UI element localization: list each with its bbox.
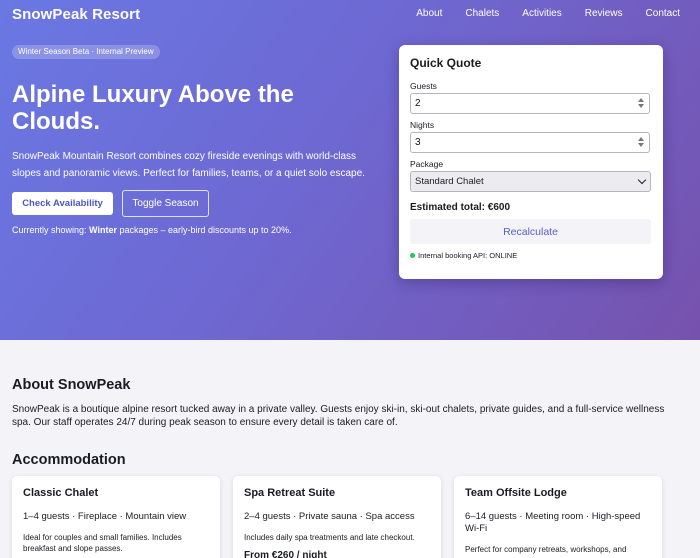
toggle-season-button[interactable]: Toggle Season [122, 190, 209, 217]
about-text: SnowPeak is a boutique alpine resort tuc… [12, 404, 665, 428]
card-price: From €260 / night [244, 550, 327, 558]
hero-title: Alpine Luxury Above the Clouds. [12, 81, 294, 135]
card-title: Team Offsite Lodge [465, 487, 567, 499]
card-team-offsite-lodge[interactable]: Team Offsite Lodge 6–14 guests · Meeting… [454, 476, 662, 558]
card-description: Includes daily spa treatments and late c… [244, 533, 415, 542]
nights-label: Nights [410, 120, 435, 130]
main-nav: About Chalets Activities Reviews Contact [393, 8, 680, 19]
season-name: Winter [89, 225, 117, 235]
card-classic-chalet[interactable]: Classic Chalet 1–4 guests · Fireplace · … [12, 476, 220, 558]
card-description: Ideal for couples and small families. In… [23, 533, 182, 553]
api-status-text: Internal booking API: ONLINE [418, 251, 518, 260]
card-meta: 2–4 guests · Private sauna · Spa access [244, 511, 415, 522]
estimated-total: Estimated total: €600 [410, 202, 511, 213]
card-meta: 6–14 guests · Meeting room · High-speed … [465, 511, 641, 534]
package-label: Package [410, 159, 444, 169]
beta-badge: Winter Season Beta · Internal Preview [12, 45, 160, 59]
hero-description: SnowPeak Mountain Resort combines cozy f… [12, 151, 365, 179]
season-status-text: Currently showing: Winter packages – ear… [12, 225, 292, 235]
nights-input[interactable]: 3 [410, 132, 650, 153]
package-select[interactable]: Standard Chalet [410, 171, 651, 192]
quick-quote-panel: Quick Quote Guests 2 Nights 3 Package St… [399, 45, 663, 279]
accommodation-title: Accommodation [12, 452, 126, 468]
brand-logo[interactable]: SnowPeak Resort [12, 6, 140, 23]
recalculate-button[interactable]: Recalculate [410, 219, 651, 244]
nights-stepper-icon[interactable] [637, 137, 645, 148]
card-spa-retreat-suite[interactable]: Spa Retreat Suite 2–4 guests · Private s… [233, 476, 441, 558]
season-status-prefix: Currently showing: [12, 225, 90, 235]
card-meta: 1–4 guests · Fireplace · Mountain view [23, 511, 187, 522]
status-dot-icon [410, 253, 415, 258]
guests-value: 2 [415, 98, 421, 109]
guests-input[interactable]: 2 [410, 93, 650, 114]
guests-label: Guests [410, 81, 437, 91]
card-description: Perfect for company retreats, workshops,… [465, 545, 627, 554]
nav-link-activities[interactable]: Activities [522, 8, 561, 19]
api-status: Internal booking API: ONLINE [410, 251, 517, 260]
nav-link-chalets[interactable]: Chalets [465, 8, 499, 19]
quick-quote-title: Quick Quote [410, 56, 482, 70]
hero-section: SnowPeak Resort About Chalets Activities… [0, 0, 700, 340]
card-title: Classic Chalet [23, 487, 99, 499]
about-title: About SnowPeak [12, 377, 131, 393]
guests-stepper-icon[interactable] [637, 98, 645, 109]
season-status-suffix: packages – early-bird discounts up to 20… [116, 225, 292, 235]
card-title: Spa Retreat Suite [244, 487, 336, 499]
nav-link-contact[interactable]: Contact [646, 8, 680, 19]
chevron-down-icon [637, 175, 647, 185]
package-selected-value: Standard Chalet [415, 176, 484, 187]
nav-link-reviews[interactable]: Reviews [585, 8, 623, 19]
check-availability-button[interactable]: Check Availability [12, 192, 113, 215]
nav-link-about[interactable]: About [416, 8, 442, 19]
nights-value: 3 [415, 137, 421, 148]
